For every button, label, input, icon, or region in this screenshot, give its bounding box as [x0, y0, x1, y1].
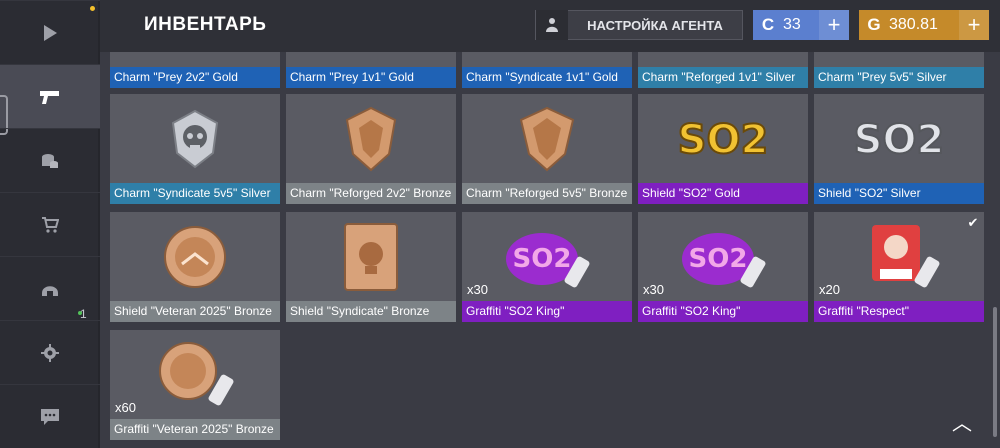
- sidebar-item-shop[interactable]: [0, 192, 100, 256]
- chat-icon: [41, 408, 59, 425]
- item-quantity: x60: [115, 400, 136, 415]
- silver-coin-icon: C: [761, 15, 775, 34]
- svg-text:SO2: SO2: [854, 117, 945, 163]
- item-quantity: x30: [643, 282, 664, 297]
- sidebar-badge: 1: [80, 307, 87, 321]
- pistol-icon: [40, 90, 59, 104]
- item-label: Graffiti "SO2 King": [638, 301, 808, 322]
- item-quantity: x30: [467, 282, 488, 297]
- top-bar: ИНВЕНТАРЬ НАСТРОЙКА АГЕНТА C 33 + G 380.…: [100, 0, 1000, 52]
- inventory-item[interactable]: Charm "Reforged 1v1" Silver: [638, 52, 808, 88]
- svg-text:SO2: SO2: [678, 117, 769, 163]
- scrollbar[interactable]: [993, 307, 997, 437]
- item-label: Charm "Syndicate 1v1" Gold: [462, 67, 632, 88]
- silver-amount: 33: [783, 16, 801, 33]
- bronze-shield-charm-icon: [286, 94, 456, 184]
- syndicate-plate-icon: [286, 212, 456, 302]
- inventory-item[interactable]: Charm "Prey 5v5" Silver: [814, 52, 984, 88]
- play-icon: [44, 24, 57, 41]
- helmet-icon: [42, 285, 58, 296]
- inventory-grid: Charm "Prey 2v2" Gold Charm "Prey 1v1" G…: [100, 52, 1000, 448]
- item-label: Charm "Reforged 5v5" Bronze: [462, 183, 632, 204]
- agent-settings-label: НАСТРОЙКА АГЕНТА: [587, 17, 723, 33]
- svg-text:SO2: SO2: [689, 244, 748, 274]
- inventory-item[interactable]: SO2 Shield "SO2" Gold: [638, 94, 808, 204]
- add-silver-button[interactable]: +: [819, 10, 849, 40]
- inventory-item[interactable]: Charm "Syndicate 5v5" Silver: [110, 94, 280, 204]
- sidebar-item-play[interactable]: [0, 0, 100, 64]
- item-label: Graffiti "Respect": [814, 301, 984, 322]
- so2-silver-icon: SO2: [814, 94, 984, 184]
- coins-icon: [42, 153, 58, 168]
- inventory-item[interactable]: x60 Graffiti "Veteran 2025" Bronze: [110, 330, 280, 440]
- item-label: Charm "Prey 1v1" Gold: [286, 67, 456, 88]
- svg-text:SO2: SO2: [513, 244, 572, 274]
- sidebar-item-coins[interactable]: [0, 128, 100, 192]
- silver-currency: C 33 +: [753, 10, 849, 40]
- item-label: Charm "Syndicate 5v5" Silver: [110, 183, 280, 204]
- item-label: Shield "SO2" Gold: [638, 183, 808, 204]
- inventory-item[interactable]: Shield "Veteran 2025" Bronze: [110, 212, 280, 322]
- inventory-item[interactable]: Charm "Syndicate 1v1" Gold: [462, 52, 632, 88]
- gold-amount: 380.81: [889, 16, 938, 33]
- item-label: Charm "Reforged 1v1" Silver: [638, 67, 808, 88]
- inventory-item[interactable]: Charm "Reforged 5v5" Bronze: [462, 94, 632, 204]
- item-label: Charm "Prey 2v2" Gold: [110, 67, 280, 88]
- veteran-badge-icon: [110, 212, 280, 302]
- inventory-item[interactable]: Shield "Syndicate" Bronze: [286, 212, 456, 322]
- inventory-item[interactable]: Charm "Prey 1v1" Gold: [286, 52, 456, 88]
- inventory-item[interactable]: SO2 x30 Graffiti "SO2 King": [638, 212, 808, 322]
- agent-settings-button[interactable]: НАСТРОЙКА АГЕНТА: [535, 10, 743, 40]
- sidebar-item-chat[interactable]: [0, 384, 100, 448]
- item-label: Charm "Reforged 2v2" Bronze: [286, 183, 456, 204]
- sidebar: 1: [0, 0, 100, 448]
- inventory-item[interactable]: SO2 x30 Graffiti "SO2 King": [462, 212, 632, 322]
- inventory-item[interactable]: Charm "Reforged 2v2" Bronze: [286, 94, 456, 204]
- silver-skull-charm-icon: [110, 94, 280, 184]
- item-quantity: x20: [819, 282, 840, 297]
- item-label: Shield "Veteran 2025" Bronze: [110, 301, 280, 322]
- item-label: Graffiti "Veteran 2025" Bronze: [110, 419, 280, 440]
- bronze-shield-charm-icon: [462, 94, 632, 184]
- agent-icon: [536, 10, 568, 40]
- cart-icon: [42, 216, 59, 233]
- scroll-up-button[interactable]: ︿: [950, 407, 974, 436]
- add-gold-button[interactable]: +: [959, 10, 989, 40]
- sidebar-item-settings[interactable]: [0, 320, 100, 384]
- so2-gold-icon: SO2: [638, 94, 808, 184]
- item-label: Graffiti "SO2 King": [462, 301, 632, 322]
- item-label: Shield "SO2" Silver: [814, 183, 984, 204]
- sidebar-item-inventory[interactable]: [0, 64, 100, 135]
- item-label: Shield "Syndicate" Bronze: [286, 301, 456, 322]
- inventory-item[interactable]: Charm "Prey 2v2" Gold: [110, 52, 280, 88]
- inventory-item[interactable]: ✔ x20 Graffiti "Respect": [814, 212, 984, 322]
- gear-icon: [41, 343, 59, 362]
- gold-coin-icon: G: [867, 15, 881, 34]
- inventory-item[interactable]: SO2 Shield "SO2" Silver: [814, 94, 984, 204]
- item-label: Charm "Prey 5v5" Silver: [814, 67, 984, 88]
- gold-currency: G 380.81 +: [859, 10, 989, 40]
- page-title: ИНВЕНТАРЬ: [144, 14, 267, 35]
